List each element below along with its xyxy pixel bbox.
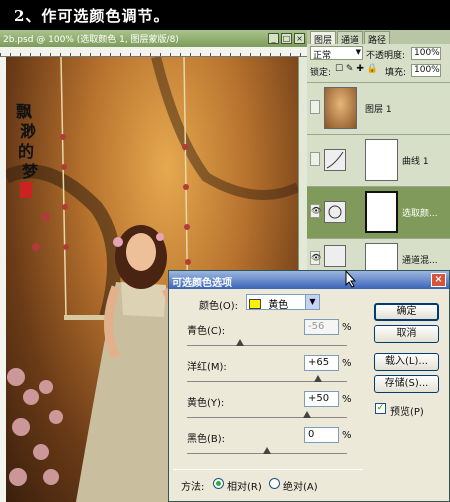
ok-button[interactable]: 确定 bbox=[374, 303, 439, 321]
minimize-icon[interactable]: _ bbox=[268, 33, 279, 44]
dialog-divider bbox=[173, 469, 363, 470]
selective-color-adjustment-icon bbox=[324, 201, 346, 223]
document-title-bar[interactable]: 2b.psd @ 100% (选取颜色 1, 图层蒙版/8) bbox=[0, 30, 307, 47]
selective-color-dialog: 可选颜色选项 × 颜色(O): 黄色 ▼ 青色(C): -56 % 洋红(M):… bbox=[168, 270, 450, 502]
curves-icon bbox=[326, 151, 344, 169]
dialog-title: 可选颜色选项 bbox=[172, 278, 232, 289]
svg-text:渺: 渺 bbox=[20, 122, 36, 141]
percent-unit: % bbox=[342, 322, 352, 333]
channel-mixer-adjustment-icon bbox=[324, 245, 346, 267]
cyan-label: 青色(C): bbox=[187, 326, 226, 337]
tab-channels[interactable]: 通道 bbox=[337, 31, 364, 46]
preview-label[interactable]: 预览(P) bbox=[390, 403, 424, 418]
chevron-down-icon: ▼ bbox=[355, 48, 361, 56]
magenta-label: 洋红(M): bbox=[187, 362, 227, 373]
layer-row-1[interactable]: 图层 1 bbox=[307, 82, 450, 134]
adjustment-icon bbox=[328, 205, 342, 219]
eye-icon[interactable]: 👁 bbox=[310, 204, 321, 218]
method-relative-radio[interactable] bbox=[213, 478, 224, 489]
percent-unit: % bbox=[342, 394, 352, 405]
yellow-swatch-icon bbox=[249, 299, 261, 309]
percent-unit: % bbox=[342, 430, 352, 441]
load-button[interactable]: 载入(L)... bbox=[374, 353, 439, 371]
opacity-label: 不透明度: bbox=[366, 51, 406, 61]
cyan-slider-track[interactable] bbox=[187, 345, 347, 346]
method-relative-label[interactable]: 相对(R) bbox=[227, 478, 262, 493]
cancel-button[interactable]: 取消 bbox=[374, 325, 439, 343]
layer-row-channel-mixer[interactable]: 👁 通道混... bbox=[307, 238, 450, 285]
layer-name: 选取颜... bbox=[402, 209, 438, 219]
layer-mask-thumbnail bbox=[365, 139, 398, 181]
save-button[interactable]: 存储(S)... bbox=[374, 375, 439, 393]
blend-mode-value: 正常 bbox=[313, 51, 332, 61]
svg-text:飘: 飘 bbox=[16, 102, 32, 121]
svg-text:的: 的 bbox=[18, 142, 34, 161]
preview-checkbox[interactable]: ✓ bbox=[375, 403, 386, 414]
colors-select-value: 黄色 bbox=[268, 300, 289, 311]
lock-fill-row: 锁定: ☐ ✎ ✚ 🔒 填充: 100% bbox=[307, 63, 450, 79]
visibility-toggle[interactable] bbox=[310, 152, 320, 166]
yellow-input[interactable]: +50 bbox=[304, 391, 339, 407]
blend-mode-select[interactable]: 正常 ▼ bbox=[310, 46, 363, 61]
layer-mask-thumbnail bbox=[365, 191, 398, 233]
yellow-label: 黄色(Y): bbox=[187, 398, 225, 409]
maximize-icon[interactable]: □ bbox=[281, 33, 292, 44]
cyan-slider-thumb[interactable] bbox=[236, 339, 244, 346]
eye-icon[interactable]: 👁 bbox=[310, 251, 321, 265]
black-label: 黑色(B): bbox=[187, 434, 226, 445]
layer-name: 图层 1 bbox=[365, 105, 392, 115]
blend-opacity-row: 正常 ▼ 不透明度: 100% bbox=[307, 45, 450, 63]
percent-unit: % bbox=[342, 358, 352, 369]
tutorial-step-title: 2、作可选颜色调节。 bbox=[0, 0, 450, 30]
method-label: 方法: bbox=[181, 482, 205, 493]
horizontal-ruler bbox=[0, 47, 307, 57]
tab-paths[interactable]: 路径 bbox=[364, 31, 391, 46]
document-title: 2b.psd @ 100% (选取颜色 1, 图层蒙版/8) bbox=[3, 35, 179, 45]
layer-name: 通道混... bbox=[402, 256, 438, 266]
layer-thumbnail bbox=[324, 87, 357, 129]
layer-name: 曲线 1 bbox=[402, 157, 429, 167]
panel-tab-bar: 图层 通道 路径 bbox=[307, 30, 450, 46]
method-absolute-radio[interactable] bbox=[269, 478, 280, 489]
chevron-down-icon: ▼ bbox=[305, 295, 319, 309]
svg-text:梦: 梦 bbox=[22, 162, 39, 181]
fill-label: 填充: bbox=[385, 68, 407, 78]
layer-row-curves[interactable]: 曲线 1 bbox=[307, 134, 450, 186]
yellow-slider-track[interactable] bbox=[187, 417, 347, 418]
visibility-toggle[interactable] bbox=[310, 100, 320, 114]
tab-layers[interactable]: 图层 bbox=[310, 31, 337, 46]
black-input[interactable]: 0 bbox=[304, 427, 339, 443]
colors-select[interactable]: 黄色 ▼ bbox=[246, 294, 320, 311]
yellow-slider-thumb[interactable] bbox=[303, 411, 311, 418]
fill-field[interactable]: 100% bbox=[411, 64, 441, 77]
magenta-input[interactable]: +65 bbox=[304, 355, 339, 371]
layers-panel: 图层 通道 路径 正常 ▼ 不透明度: 100% 锁定: ☐ ✎ ✚ 🔒 填充:… bbox=[307, 30, 450, 285]
curves-adjustment-icon bbox=[324, 149, 346, 171]
close-icon[interactable]: × bbox=[294, 33, 305, 44]
fill-value: 100% bbox=[414, 65, 440, 75]
magenta-slider-thumb[interactable] bbox=[314, 375, 322, 382]
opacity-value: 100% bbox=[414, 48, 440, 58]
opacity-field[interactable]: 100% bbox=[411, 47, 441, 60]
colors-label: 颜色(O): bbox=[199, 301, 239, 312]
layer-row-selective-color[interactable]: 👁 选取颜... bbox=[307, 186, 450, 238]
cyan-input[interactable]: -56 bbox=[304, 319, 339, 335]
dialog-title-bar[interactable]: 可选颜色选项 × bbox=[169, 271, 449, 289]
lock-icons[interactable]: ☐ ✎ ✚ 🔒 bbox=[335, 64, 378, 74]
lock-label: 锁定: bbox=[310, 68, 332, 78]
method-absolute-label[interactable]: 绝对(A) bbox=[283, 478, 318, 493]
mouse-cursor-icon bbox=[345, 270, 357, 288]
black-slider-thumb[interactable] bbox=[263, 447, 271, 454]
close-button[interactable]: × bbox=[431, 273, 446, 287]
magenta-slider-track[interactable] bbox=[187, 381, 347, 382]
